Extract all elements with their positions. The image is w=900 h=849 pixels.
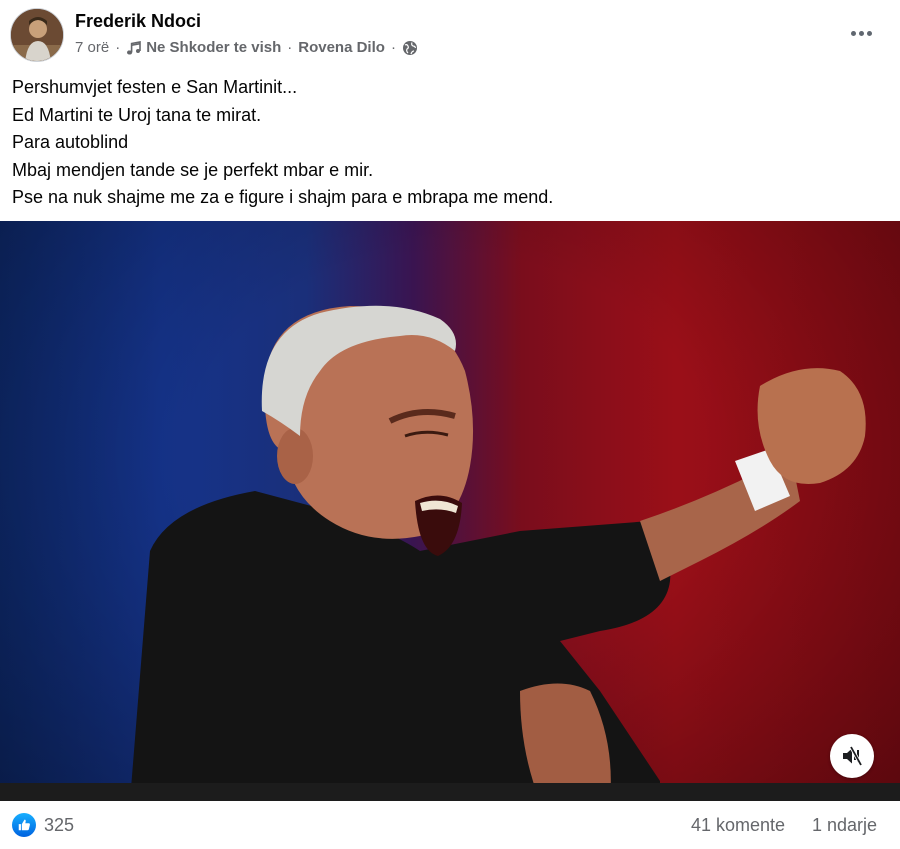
meta-separator: · — [115, 39, 121, 56]
shares-count[interactable]: 1 ndarje — [812, 815, 877, 836]
comments-count[interactable]: 41 komente — [691, 815, 785, 836]
more-dot-2 — [858, 30, 864, 36]
post-text-line: Pershumvjet festen e San Martinit... — [12, 77, 298, 97]
post-header: Frederik Ndoci 7 orë · Ne Shkoder te vis… — [0, 0, 900, 66]
meta-separator-3: · — [390, 39, 396, 56]
author-name[interactable]: Frederik Ndoci — [75, 11, 201, 32]
avatar-image — [11, 9, 63, 61]
post-text-line: Mbaj mendjen tande se je perfekt mbar e … — [12, 159, 374, 180]
post-text-line: Ed Martini te Uroj tana te mirat. — [12, 104, 262, 125]
song-title[interactable]: Ne Shkoder te vish — [146, 39, 281, 56]
music-note-icon — [127, 40, 142, 54]
thumbs-up-icon — [18, 819, 30, 831]
song-artist[interactable]: Rovena Dilo — [298, 39, 385, 56]
video-bottom-bar — [0, 783, 900, 801]
video-frame — [130, 305, 866, 801]
post-time[interactable]: 7 orë — [75, 39, 109, 56]
feed-post: Frederik Ndoci 7 orë · Ne Shkoder te vis… — [0, 0, 900, 849]
reaction-count[interactable]: 325 — [44, 815, 74, 836]
meta-separator-2: · — [287, 39, 293, 56]
more-horizontal-icon — [850, 30, 856, 36]
post-footer: 325 41 komente 1 ndarje — [0, 801, 900, 849]
post-text-line: Pse na nuk shajme me za e figure i shajm… — [12, 187, 554, 207]
post-text: Pershumvjet festen e San Martinit... Ed … — [12, 74, 882, 212]
more-dot-3 — [866, 30, 872, 36]
post-text-line: Para autoblind — [12, 132, 129, 152]
speaker-muted-icon — [843, 746, 863, 766]
globe-icon[interactable] — [402, 40, 418, 56]
author-avatar[interactable] — [10, 8, 64, 62]
post-video[interactable] — [0, 221, 900, 801]
like-icon[interactable] — [12, 813, 36, 837]
post-meta: 7 orë · Ne Shkoder te vish · Rovena Dilo… — [75, 39, 418, 56]
more-options-button[interactable] — [844, 18, 878, 48]
mute-button[interactable] — [830, 734, 874, 778]
